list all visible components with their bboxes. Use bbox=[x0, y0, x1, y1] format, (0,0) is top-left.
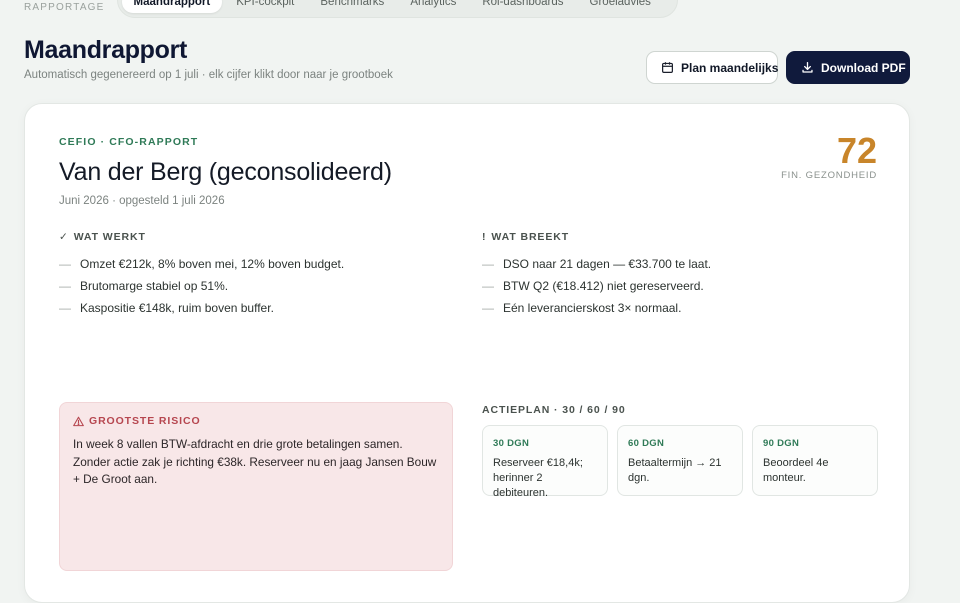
client-name: Van der Berg (geconsolideerd) bbox=[59, 158, 392, 186]
actionplan-text: Reserveer €18,4k; herinner 2 debiteuren. bbox=[493, 457, 583, 499]
tab-groeiadvies[interactable]: Groeiadvies bbox=[578, 0, 663, 13]
dash-icon: — bbox=[482, 279, 494, 293]
page-title: Maandrapport bbox=[24, 36, 188, 64]
tab-kpi-cockpit[interactable]: KPI-cockpit bbox=[224, 0, 306, 13]
breaks-heading-label: WAT BREEKT bbox=[491, 231, 570, 243]
list-item-text: Omzet €212k, 8% boven mei, 12% boven bud… bbox=[80, 257, 345, 271]
page-subtitle: Automatisch gegenereerd op 1 juli · elk … bbox=[24, 69, 393, 81]
tab-bar: Maandrapport KPI-cockpit Benchmarks Anal… bbox=[116, 0, 678, 18]
plan-monthly-button[interactable]: Plan maandelijks bbox=[646, 51, 778, 84]
works-heading-label: WAT WERKT bbox=[73, 231, 146, 243]
dash-icon: — bbox=[482, 257, 494, 271]
works-heading: ✓ WAT WERKT bbox=[59, 231, 146, 243]
actionplan-days: 60 DGN bbox=[628, 438, 665, 449]
report-card: CEFIO · CFO-RAPPORT Van der Berg (gecons… bbox=[24, 103, 910, 603]
health-score-label: FIN. GEZONDHEID bbox=[781, 170, 877, 181]
list-item[interactable]: — Eén leverancierskost 3× normaal. bbox=[482, 297, 711, 319]
risk-heading-label: GROOTSTE RISICO bbox=[89, 415, 201, 427]
dash-icon: — bbox=[482, 301, 494, 315]
actionplan-card-30[interactable]: 30 DGN Reserveer €18,4k; herinner 2 debi… bbox=[482, 425, 608, 499]
download-pdf-label: Download PDF bbox=[821, 60, 906, 75]
actionplan-days: 90 DGN bbox=[763, 438, 800, 449]
plan-monthly-label: Plan maandelijks bbox=[681, 60, 779, 75]
list-item[interactable]: — DSO naar 21 dagen — €33.700 te laat. bbox=[482, 253, 711, 275]
actionplan-text: Beoordeel 4e monteur. bbox=[763, 457, 829, 484]
breaks-heading: ! WAT BREEKT bbox=[482, 231, 569, 243]
tab-rol-dashboards[interactable]: Rol-dashboards bbox=[470, 0, 575, 13]
health-score[interactable]: 72 bbox=[837, 130, 877, 172]
list-item-text: Brutomarge stabiel op 51%. bbox=[80, 279, 229, 293]
warning-icon bbox=[73, 416, 84, 426]
report-period: Juni 2026 · opgesteld 1 juli 2026 bbox=[59, 195, 225, 207]
nav-section-label: RAPPORTAGE bbox=[24, 1, 105, 13]
risk-heading: GROOTSTE RISICO bbox=[73, 415, 439, 427]
dash-icon: — bbox=[59, 257, 71, 271]
actionplan-cards: 30 DGN Reserveer €18,4k; herinner 2 debi… bbox=[482, 425, 878, 499]
breaks-list: — DSO naar 21 dagen — €33.700 te laat. — B… bbox=[482, 253, 711, 319]
download-pdf-button[interactable]: Download PDF bbox=[786, 51, 910, 84]
actionplan-card-60[interactable]: 60 DGN Betaaltermijn → 21 dgn. bbox=[617, 425, 743, 496]
risk-text: In week 8 vallen BTW-afdracht en drie gr… bbox=[73, 437, 437, 486]
calendar-icon bbox=[662, 62, 673, 73]
list-item[interactable]: — BTW Q2 (€18.412) niet gereserveerd. bbox=[482, 275, 711, 297]
list-item[interactable]: — Omzet €212k, 8% boven mei, 12% boven bu… bbox=[59, 253, 344, 275]
biggest-risk-panel: GROOTSTE RISICO In week 8 vallen BTW-afd… bbox=[59, 402, 453, 571]
dash-icon: — bbox=[59, 279, 71, 293]
report-eyebrow: CEFIO · CFO-RAPPORT bbox=[59, 136, 199, 148]
works-list: — Omzet €212k, 8% boven mei, 12% boven bu… bbox=[59, 253, 344, 319]
list-item-text: Eén leverancierskost 3× normaal. bbox=[503, 301, 682, 315]
tab-maandrapport[interactable]: Maandrapport bbox=[121, 0, 223, 13]
list-item[interactable]: — Kaspositie €148k, ruim boven buffer. bbox=[59, 297, 344, 319]
exclamation-icon: ! bbox=[482, 231, 487, 243]
actionplan-days: 30 DGN bbox=[493, 438, 530, 449]
actionplan-heading: ACTIEPLAN · 30 / 60 / 90 bbox=[482, 404, 626, 416]
tab-analytics[interactable]: Analytics bbox=[398, 0, 468, 13]
top-navigation: RAPPORTAGE Maandrapport KPI-cockpit Benc… bbox=[24, 0, 678, 18]
download-icon bbox=[802, 61, 813, 73]
dash-icon: — bbox=[59, 301, 71, 315]
list-item-text: DSO naar 21 dagen — €33.700 te laat. bbox=[503, 257, 712, 271]
list-item[interactable]: — Brutomarge stabiel op 51%. bbox=[59, 275, 344, 297]
list-item-text: BTW Q2 (€18.412) niet gereserveerd. bbox=[503, 279, 704, 293]
actionplan-text: Betaaltermijn → 21 dgn. bbox=[628, 457, 722, 484]
list-item-text: Kaspositie €148k, ruim boven buffer. bbox=[80, 301, 274, 315]
actionplan-card-90[interactable]: 90 DGN Beoordeel 4e monteur. bbox=[752, 425, 878, 496]
checkmark-icon: ✓ bbox=[59, 231, 69, 243]
tab-benchmarks[interactable]: Benchmarks bbox=[308, 0, 396, 13]
